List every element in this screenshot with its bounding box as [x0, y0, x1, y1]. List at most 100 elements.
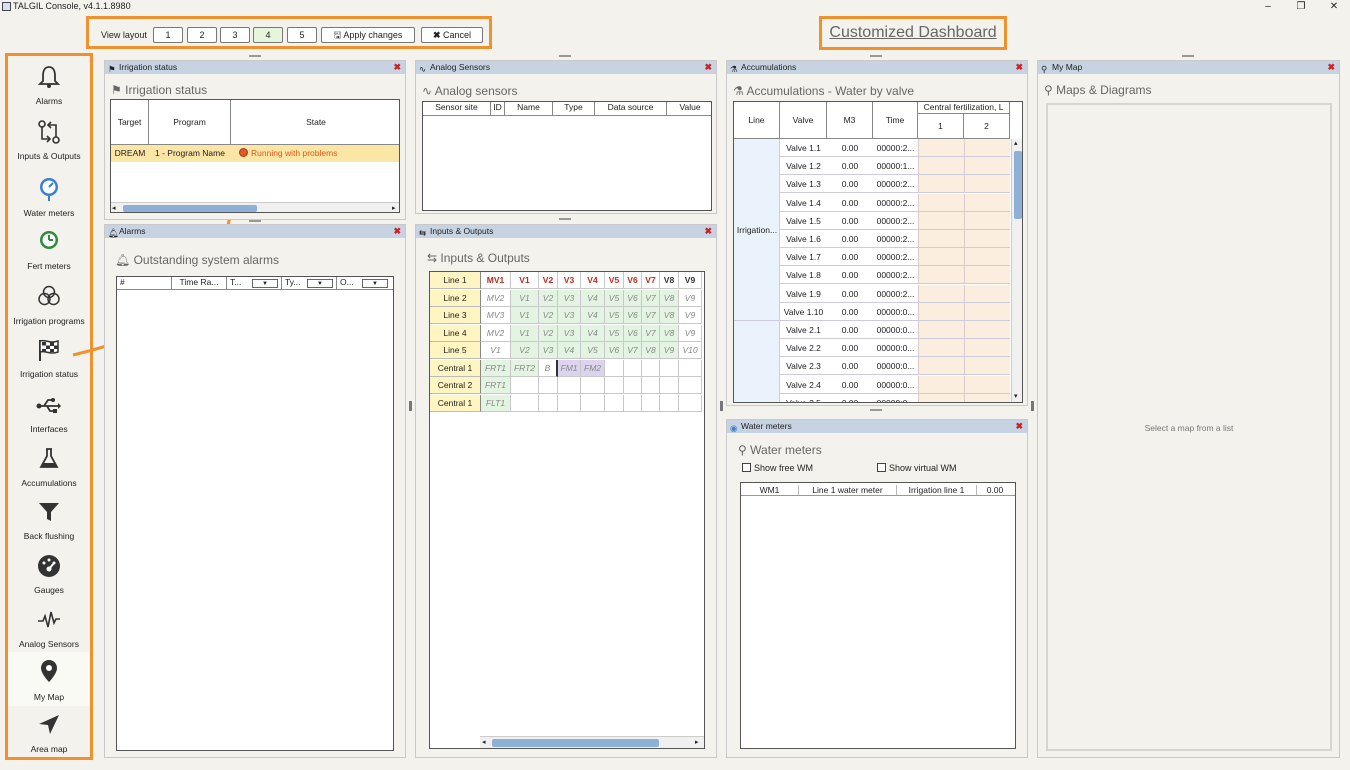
io-cell[interactable]: [539, 394, 558, 412]
close-panel-icon[interactable]: ✖: [1327, 61, 1335, 74]
close-panel-icon[interactable]: ✖: [1015, 420, 1023, 433]
io-cell[interactable]: V9: [679, 307, 702, 324]
io-cell[interactable]: V5: [605, 289, 624, 307]
sidebar-item-gauges[interactable]: Gauges: [8, 547, 90, 599]
io-cell[interactable]: V8: [660, 307, 679, 324]
layout-1-button[interactable]: 1: [153, 27, 183, 43]
table-row[interactable]: Valve 1.6 0.00 00000:2...: [780, 230, 1010, 248]
sidebar-item-interfaces[interactable]: Interfaces: [8, 386, 90, 438]
io-cell[interactable]: FM1: [558, 359, 581, 377]
filter-dropdown[interactable]: ▼: [252, 279, 278, 288]
column-header[interactable]: T... ▼: [227, 277, 282, 290]
io-cell[interactable]: V4: [558, 342, 581, 359]
splitter-grip[interactable]: [870, 409, 882, 411]
customized-dashboard-title[interactable]: Customized Dashboard: [819, 16, 1007, 50]
close-panel-icon[interactable]: ✖: [393, 61, 401, 74]
sidebar-item-area-map[interactable]: Area map: [8, 706, 90, 758]
io-row-label[interactable]: Line 4: [430, 324, 481, 342]
sidebar-item-my-map[interactable]: My Map: [8, 652, 90, 706]
layout-2-button[interactable]: 2: [187, 27, 217, 43]
splitter-grip[interactable]: [249, 220, 261, 222]
io-cell[interactable]: [624, 394, 642, 412]
io-cell[interactable]: FM2: [581, 359, 605, 377]
table-row[interactable]: Valve 1.5 0.00 00000:2...: [780, 211, 1010, 230]
io-cell[interactable]: V8: [660, 289, 679, 307]
io-cell[interactable]: V2: [539, 307, 558, 324]
table-row[interactable]: Valve 2.5 0.00 00000:0...: [780, 393, 1010, 402]
io-row-label[interactable]: Central 2: [430, 377, 481, 394]
io-cell[interactable]: V5: [605, 324, 624, 342]
io-cell[interactable]: MV2: [481, 289, 511, 307]
io-cell[interactable]: [511, 394, 539, 412]
splitter-grip[interactable]: [1182, 55, 1194, 57]
table-row[interactable]: Valve 1.7 0.00 00000:2...: [780, 248, 1010, 267]
table-row[interactable]: Valve 1.8 0.00 00000:2...: [780, 266, 1010, 285]
splitter-grip[interactable]: [720, 401, 723, 411]
horizontal-scrollbar[interactable]: ◂ ▸: [111, 202, 399, 212]
io-cell[interactable]: V4: [581, 324, 605, 342]
io-row-label[interactable]: Line 1: [430, 272, 481, 289]
io-cell[interactable]: MV2: [481, 324, 511, 342]
column-header[interactable]: Target: [111, 100, 149, 145]
io-cell[interactable]: [624, 377, 642, 394]
io-cell[interactable]: V9: [660, 342, 679, 359]
io-cell[interactable]: V1: [481, 342, 511, 359]
column-header[interactable]: Valve: [780, 102, 827, 139]
io-cell[interactable]: V2: [539, 289, 558, 307]
io-cell[interactable]: MV3: [481, 307, 511, 324]
column-header[interactable]: Data source: [595, 102, 667, 116]
io-cell[interactable]: V5: [605, 307, 624, 324]
io-cell[interactable]: V4: [581, 289, 605, 307]
io-cell[interactable]: V2: [539, 324, 558, 342]
sidebar-item-analog-sensors[interactable]: Analog Sensors: [8, 601, 90, 653]
column-header[interactable]: Ty... ▼: [282, 277, 337, 290]
filter-dropdown[interactable]: ▼: [307, 279, 333, 288]
column-group-header[interactable]: Central fertilization, L: [918, 102, 1010, 114]
io-cell[interactable]: V6: [624, 272, 642, 289]
cancel-button[interactable]: ✖ Cancel: [421, 27, 483, 43]
close-panel-icon[interactable]: ✖: [393, 225, 401, 238]
scrollbar-thumb[interactable]: [1014, 151, 1022, 219]
splitter-grip[interactable]: [1031, 401, 1034, 411]
scroll-right-icon[interactable]: ▸: [392, 204, 396, 212]
layout-4-button[interactable]: 4: [253, 27, 283, 43]
io-cell[interactable]: V7: [642, 307, 660, 324]
close-window-button[interactable]: ✕: [1320, 0, 1348, 14]
io-cell[interactable]: FRT2: [511, 359, 539, 377]
io-cell[interactable]: FRT1: [481, 377, 511, 394]
table-row[interactable]: Valve 1.9 0.00 00000:2...: [780, 284, 1010, 303]
column-header[interactable]: Value: [667, 102, 711, 116]
sidebar-item-alarms[interactable]: Alarms: [8, 58, 90, 110]
scroll-right-icon[interactable]: ▸: [695, 738, 699, 746]
column-header[interactable]: Name: [505, 102, 553, 116]
io-cell[interactable]: [581, 394, 605, 412]
splitter-grip[interactable]: [870, 55, 882, 57]
io-cell[interactable]: V9: [679, 324, 702, 342]
map-canvas[interactable]: Select a map from a list: [1046, 103, 1332, 751]
io-cell[interactable]: V6: [624, 289, 642, 307]
io-cell[interactable]: V1: [511, 289, 539, 307]
splitter-grip[interactable]: [559, 55, 571, 57]
io-cell[interactable]: [558, 394, 581, 412]
io-cell[interactable]: FRT1: [481, 359, 511, 377]
io-cell[interactable]: [642, 377, 660, 394]
minimize-button[interactable]: –: [1254, 0, 1282, 14]
io-cell[interactable]: [679, 359, 702, 377]
table-row[interactable]: Valve 1.4 0.00 00000:2...: [780, 193, 1010, 212]
io-cell[interactable]: V5: [581, 342, 605, 359]
io-cell[interactable]: V8: [660, 324, 679, 342]
vertical-scrollbar[interactable]: ▴ ▾: [1011, 139, 1022, 402]
io-row-label[interactable]: Line 5: [430, 342, 481, 359]
column-header[interactable]: ID: [491, 102, 505, 116]
io-cell[interactable]: [581, 377, 605, 394]
scroll-left-icon[interactable]: ◂: [112, 204, 116, 212]
column-header[interactable]: Sensor site: [423, 102, 491, 116]
table-row[interactable]: Valve 2.3 0.00 00000:0...: [780, 357, 1010, 376]
io-cell[interactable]: [660, 359, 679, 377]
scroll-left-icon[interactable]: ◂: [482, 738, 486, 746]
io-cell[interactable]: V7: [642, 324, 660, 342]
io-cell[interactable]: [605, 394, 624, 412]
io-row-label[interactable]: Line 3: [430, 307, 481, 324]
io-cell[interactable]: V7: [624, 342, 642, 359]
layout-3-button[interactable]: 3: [220, 27, 250, 43]
